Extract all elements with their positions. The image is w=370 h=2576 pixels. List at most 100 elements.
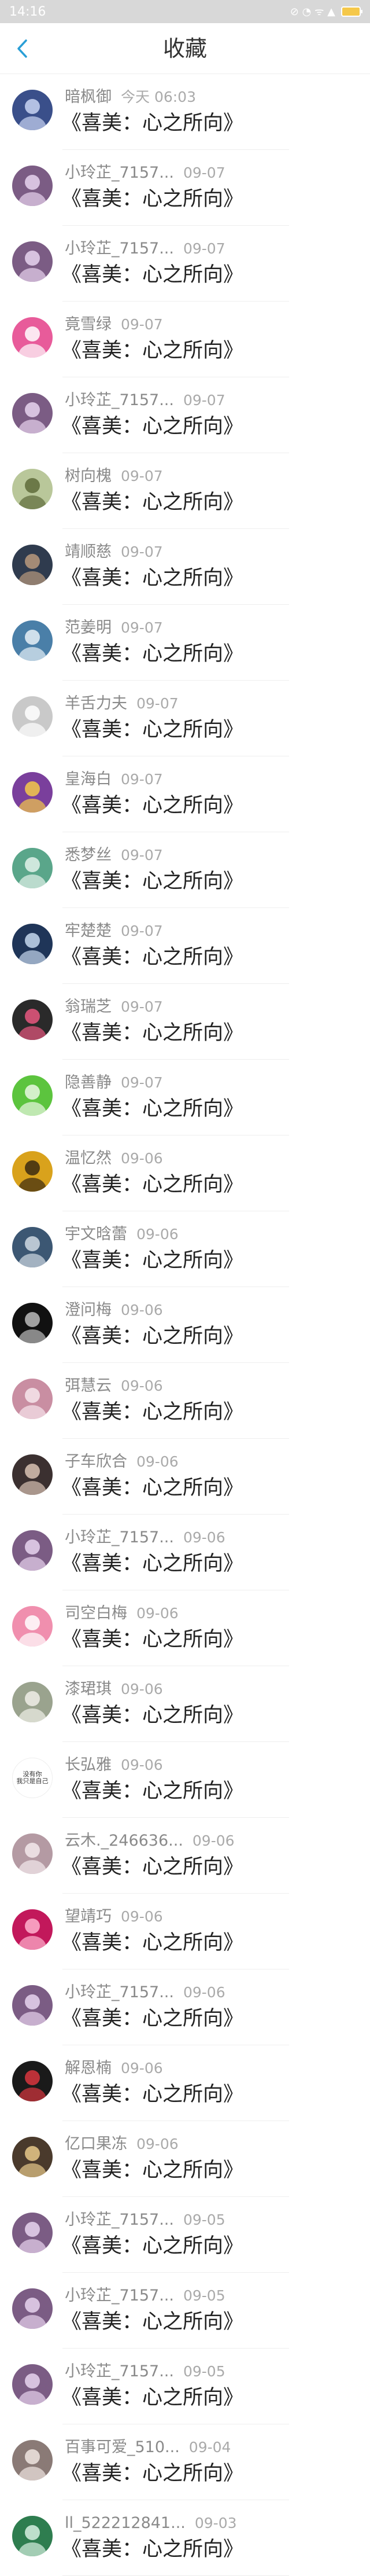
avatar[interactable] bbox=[12, 924, 53, 964]
avatar[interactable] bbox=[12, 1985, 53, 2026]
nickname[interactable]: 司空白梅 bbox=[65, 1604, 127, 1623]
work-title[interactable]: 《喜美：心之所向》 bbox=[61, 2234, 243, 2258]
list-item[interactable]: 牢楚楚 09-07 《喜美：心之所向》 bbox=[0, 908, 370, 984]
nickname[interactable]: 牢楚楚 bbox=[65, 922, 112, 940]
avatar[interactable] bbox=[12, 2288, 53, 2329]
list-item[interactable]: 司空白梅 09-06 《喜美：心之所向》 bbox=[0, 1590, 370, 1666]
list-item[interactable]: 望靖巧 09-06 《喜美：心之所向》 bbox=[0, 1894, 370, 1969]
nickname[interactable]: 小玲芷_7157... bbox=[65, 2287, 174, 2305]
nickname[interactable]: 宇文晗蕾 bbox=[65, 1225, 127, 1244]
avatar[interactable] bbox=[12, 2061, 53, 2101]
work-title[interactable]: 《喜美：心之所向》 bbox=[61, 1552, 243, 1576]
list-item[interactable]: 小玲芷_7157... 09-06 《喜美：心之所向》 bbox=[0, 1969, 370, 2045]
list-item[interactable]: 靖顺慈 09-07 《喜美：心之所向》 bbox=[0, 529, 370, 605]
work-title[interactable]: 《喜美：心之所向》 bbox=[61, 2158, 243, 2182]
work-title[interactable]: 《喜美：心之所向》 bbox=[61, 1779, 243, 1803]
list-item[interactable]: 解恩楠 09-06 《喜美：心之所向》 bbox=[0, 2045, 370, 2121]
list-item[interactable]: 小玲芷_7157... 09-07 《喜美：心之所向》 bbox=[0, 377, 370, 453]
list-item[interactable]: 小玲芷_7157... 09-05 《喜美：心之所向》 bbox=[0, 2197, 370, 2273]
avatar[interactable] bbox=[12, 999, 53, 1040]
nickname[interactable]: 小玲芷_7157... bbox=[65, 240, 174, 258]
nickname[interactable]: 小玲芷_7157... bbox=[65, 1528, 174, 1547]
nickname[interactable]: 云木._246636... bbox=[65, 1832, 183, 1850]
work-title[interactable]: 《喜美：心之所向》 bbox=[61, 2386, 243, 2410]
nickname[interactable]: 竟雪绿 bbox=[65, 315, 112, 334]
work-title[interactable]: 《喜美：心之所向》 bbox=[61, 793, 243, 818]
nickname[interactable]: 隐善静 bbox=[65, 1074, 112, 1092]
list-item[interactable]: 悉梦丝 09-07 《喜美：心之所向》 bbox=[0, 832, 370, 908]
avatar[interactable] bbox=[12, 1151, 53, 1192]
avatar[interactable] bbox=[12, 2516, 53, 2556]
nickname[interactable]: 长弘雅 bbox=[65, 1756, 112, 1774]
nickname[interactable]: 解恩楠 bbox=[65, 2059, 112, 2078]
list-item[interactable]: 亿口果冻 09-06 《喜美：心之所向》 bbox=[0, 2121, 370, 2197]
avatar[interactable] bbox=[12, 1227, 53, 1267]
work-title[interactable]: 《喜美：心之所向》 bbox=[61, 1400, 243, 1424]
avatar[interactable] bbox=[12, 1379, 53, 1419]
list-item[interactable]: 小玲芷_7157... 09-07 《喜美：心之所向》 bbox=[0, 226, 370, 302]
work-title[interactable]: 《喜美：心之所向》 bbox=[61, 1931, 243, 1955]
avatar[interactable] bbox=[12, 1454, 53, 1495]
list-item[interactable]: 暗枫御 今天 06:03 《喜美：心之所向》 bbox=[0, 74, 370, 150]
list-item[interactable]: 宇文晗蕾 09-06 《喜美：心之所向》 bbox=[0, 1211, 370, 1287]
list-item[interactable]: 温忆然 09-06 《喜美：心之所向》 bbox=[0, 1136, 370, 1211]
nickname[interactable]: 小玲芷_7157... bbox=[65, 1983, 174, 2002]
nickname[interactable]: 温忆然 bbox=[65, 1149, 112, 1168]
nickname[interactable]: 靖顺慈 bbox=[65, 543, 112, 561]
avatar[interactable] bbox=[12, 1833, 53, 1874]
list-item[interactable]: 小玲芷_7157... 09-05 《喜美：心之所向》 bbox=[0, 2349, 370, 2424]
nickname[interactable]: 小玲芷_7157... bbox=[65, 2362, 174, 2381]
work-title[interactable]: 《喜美：心之所向》 bbox=[61, 869, 243, 894]
work-title[interactable]: 《喜美：心之所向》 bbox=[61, 1248, 243, 1273]
work-title[interactable]: 《喜美：心之所向》 bbox=[61, 718, 243, 742]
avatar[interactable] bbox=[12, 2213, 53, 2253]
work-title[interactable]: 《喜美：心之所向》 bbox=[61, 490, 243, 515]
nickname[interactable]: 悉梦丝 bbox=[65, 846, 112, 865]
avatar[interactable] bbox=[12, 1303, 53, 1343]
list-item[interactable]: 小玲芷_7157... 09-07 《喜美：心之所向》 bbox=[0, 150, 370, 226]
list-item[interactable]: 澄问梅 09-06 《喜美：心之所向》 bbox=[0, 1287, 370, 1363]
avatar[interactable] bbox=[12, 317, 53, 358]
work-title[interactable]: 《喜美：心之所向》 bbox=[61, 2461, 243, 2486]
avatar[interactable] bbox=[12, 620, 53, 661]
list-item[interactable]: 羊舌力夫 09-07 《喜美：心之所向》 bbox=[0, 681, 370, 756]
avatar[interactable] bbox=[12, 848, 53, 888]
work-title[interactable]: 《喜美：心之所向》 bbox=[61, 1855, 243, 1879]
list-item[interactable]: 没有你 我只是自己 长弘雅 09-06 《喜美：心之所向》 bbox=[0, 1742, 370, 1818]
work-title[interactable]: 《喜美：心之所向》 bbox=[61, 1476, 243, 1500]
avatar[interactable] bbox=[12, 166, 53, 206]
work-title[interactable]: 《喜美：心之所向》 bbox=[61, 945, 243, 969]
list-item[interactable]: 子车欣合 09-06 《喜美：心之所向》 bbox=[0, 1439, 370, 1515]
list-item[interactable]: ll_522212841... 09-03 《喜美：心之所向》 bbox=[0, 2500, 370, 2576]
work-title[interactable]: 《喜美：心之所向》 bbox=[61, 263, 243, 287]
work-title[interactable]: 《喜美：心之所向》 bbox=[61, 1173, 243, 1197]
nickname[interactable]: 树向槐 bbox=[65, 467, 112, 486]
avatar[interactable] bbox=[12, 1606, 53, 1647]
work-title[interactable]: 《喜美：心之所向》 bbox=[61, 642, 243, 666]
work-title[interactable]: 《喜美：心之所向》 bbox=[61, 1021, 243, 1045]
work-title[interactable]: 《喜美：心之所向》 bbox=[61, 1703, 243, 1728]
list-item[interactable]: 范姜明 09-07 《喜美：心之所向》 bbox=[0, 605, 370, 681]
work-title[interactable]: 《喜美：心之所向》 bbox=[61, 1097, 243, 1121]
nickname[interactable]: 百事可爱_510... bbox=[65, 2438, 180, 2457]
nickname[interactable]: 小玲芷_7157... bbox=[65, 391, 174, 410]
avatar[interactable] bbox=[12, 2137, 53, 2177]
nickname[interactable]: 皇海白 bbox=[65, 770, 112, 789]
nickname[interactable]: 弭慧云 bbox=[65, 1377, 112, 1395]
avatar[interactable] bbox=[12, 545, 53, 585]
nickname[interactable]: 暗枫御 bbox=[65, 88, 112, 106]
work-title[interactable]: 《喜美：心之所向》 bbox=[61, 2310, 243, 2334]
avatar[interactable] bbox=[12, 2440, 53, 2481]
list-item[interactable]: 百事可爱_510... 09-04 《喜美：心之所向》 bbox=[0, 2424, 370, 2500]
avatar[interactable] bbox=[12, 696, 53, 737]
nickname[interactable]: 子车欣合 bbox=[65, 1453, 127, 1471]
avatar[interactable] bbox=[12, 393, 53, 433]
avatar[interactable]: 没有你 我只是自己 bbox=[12, 1758, 53, 1798]
avatar[interactable] bbox=[12, 1682, 53, 1722]
work-title[interactable]: 《喜美：心之所向》 bbox=[61, 1324, 243, 1348]
list-item[interactable]: 云木._246636... 09-06 《喜美：心之所向》 bbox=[0, 1818, 370, 1894]
list-item[interactable]: 小玲芷_7157... 09-05 《喜美：心之所向》 bbox=[0, 2273, 370, 2349]
avatar[interactable] bbox=[12, 1909, 53, 1950]
work-title[interactable]: 《喜美：心之所向》 bbox=[61, 187, 243, 211]
avatar[interactable] bbox=[12, 241, 53, 282]
